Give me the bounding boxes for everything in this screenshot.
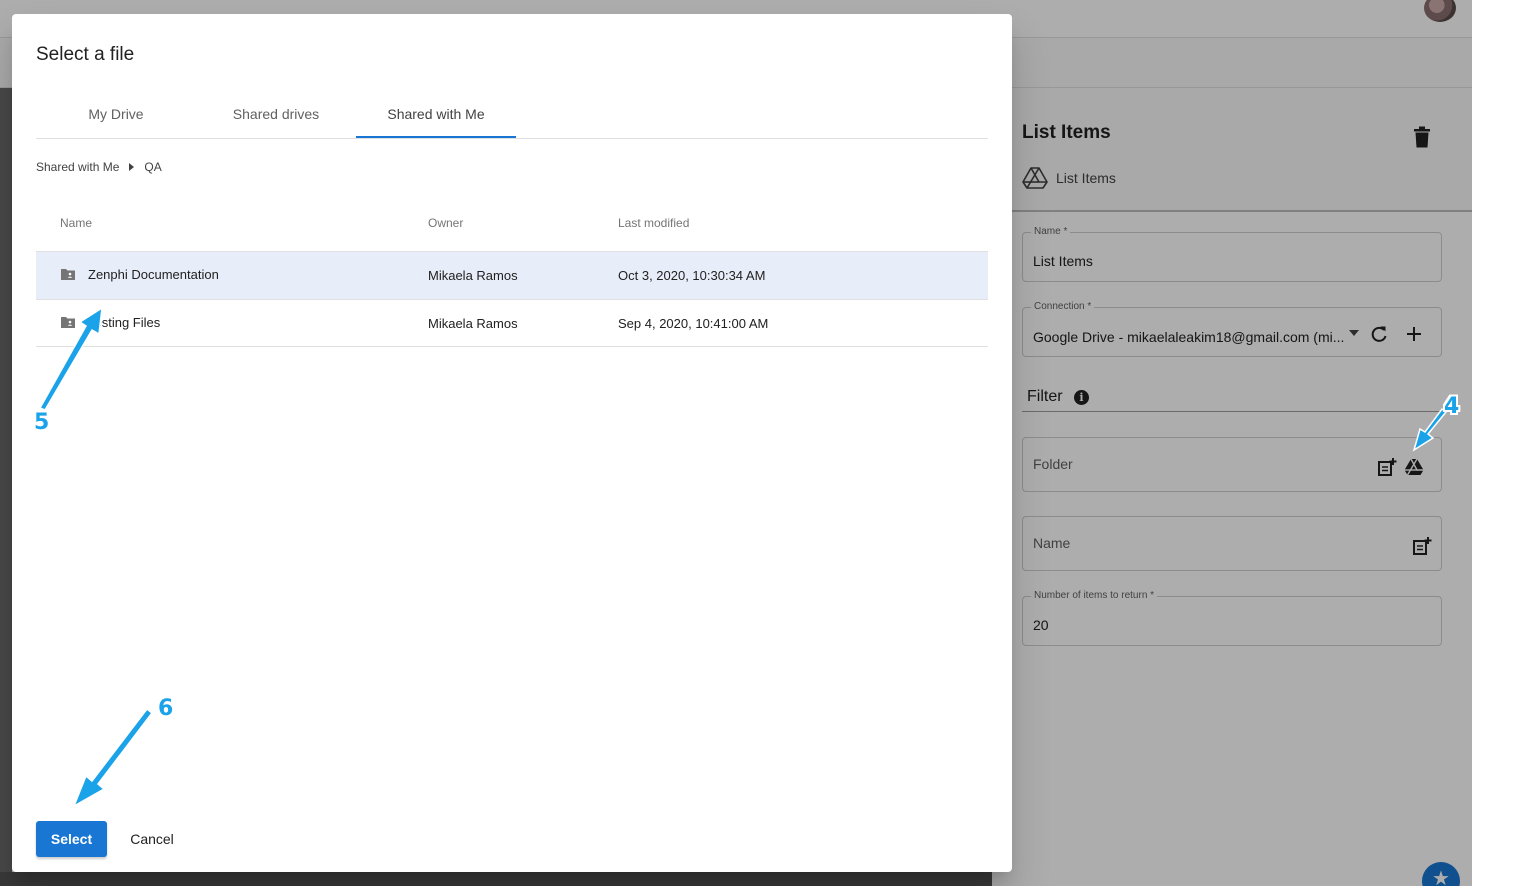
breadcrumb-qa[interactable]: QA bbox=[144, 160, 161, 174]
file-picker-dialog: Select a file My Drive Shared drives Sha… bbox=[12, 14, 1012, 872]
breadcrumb: Shared with Me QA bbox=[36, 160, 162, 174]
shared-folder-icon bbox=[61, 269, 75, 280]
annotation-step-6: 6 bbox=[158, 696, 174, 721]
cancel-button[interactable]: Cancel bbox=[119, 821, 185, 857]
column-name[interactable]: Name bbox=[60, 216, 92, 230]
file-modified: Oct 3, 2020, 10:30:34 AM bbox=[618, 268, 766, 283]
file-name: Testing Files bbox=[88, 315, 161, 330]
file-table: Name Owner Last modified Zenphi Document… bbox=[36, 204, 988, 347]
table-row[interactable]: Testing Files Mikaela Ramos Sep 4, 2020,… bbox=[36, 299, 988, 347]
file-owner: Mikaela Ramos bbox=[428, 316, 518, 331]
table-header: Name Owner Last modified bbox=[36, 204, 988, 251]
annotation-step-4: 4 bbox=[1444, 394, 1460, 419]
tab-my-drive[interactable]: My Drive bbox=[36, 98, 196, 138]
chevron-right-icon bbox=[129, 163, 135, 171]
table-row[interactable]: Zenphi Documentation Mikaela Ramos Oct 3… bbox=[36, 251, 988, 299]
tab-shared-with-me[interactable]: Shared with Me bbox=[356, 98, 516, 138]
file-name: Zenphi Documentation bbox=[88, 267, 219, 282]
tab-shared-drives[interactable]: Shared drives bbox=[196, 98, 356, 138]
select-button[interactable]: Select bbox=[36, 821, 107, 857]
column-owner[interactable]: Owner bbox=[428, 216, 463, 230]
file-modified: Sep 4, 2020, 10:41:00 AM bbox=[618, 316, 769, 331]
drive-tabs: My Drive Shared drives Shared with Me bbox=[36, 98, 988, 139]
file-owner: Mikaela Ramos bbox=[428, 268, 518, 283]
column-last-modified[interactable]: Last modified bbox=[618, 216, 689, 230]
dialog-title: Select a file bbox=[36, 44, 135, 65]
shared-folder-icon bbox=[61, 317, 75, 328]
breadcrumb-shared-with-me[interactable]: Shared with Me bbox=[36, 160, 119, 174]
annotation-step-5: 5 bbox=[34, 410, 50, 435]
